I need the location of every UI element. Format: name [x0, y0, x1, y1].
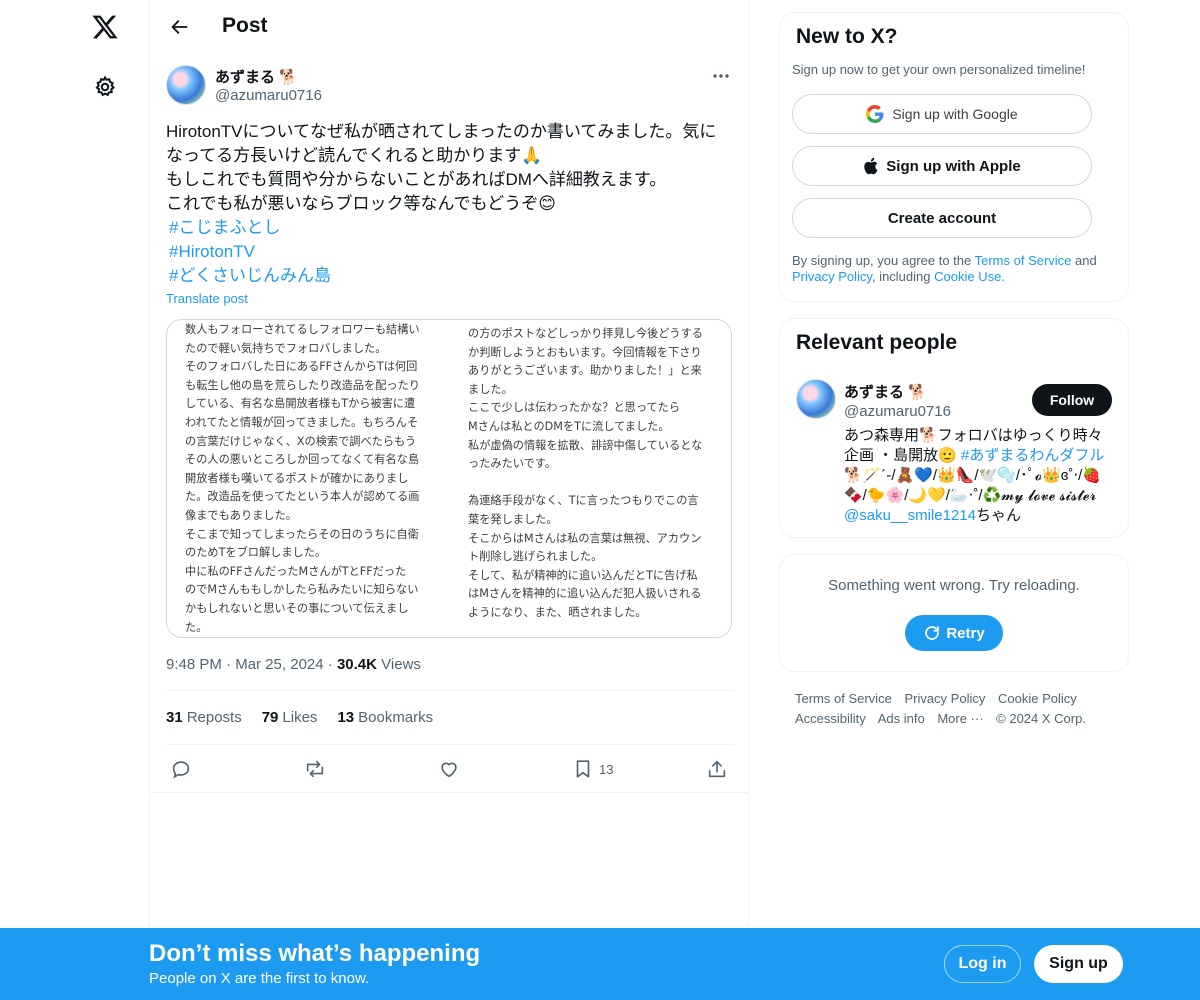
- signup-title: New to X?: [796, 25, 898, 48]
- refresh-icon: [923, 624, 941, 642]
- post-date[interactable]: Mar 25, 2024: [235, 656, 323, 673]
- divider: [166, 690, 734, 691]
- footer-links: Terms of Service Privacy Policy Cookie P…: [795, 689, 1125, 729]
- post-stats: 31 Reposts 79 Likes 13 Bookmarks: [166, 709, 433, 726]
- banner-subtitle: People on X are the first to know.: [149, 970, 370, 987]
- cookie-link[interactable]: Cookie Use.: [934, 269, 1005, 284]
- image-text-left: 数人もフォローされてるしフォロワーも結構い たので軽い気持ちでフォロバしました。…: [185, 323, 420, 634]
- hashtag-link[interactable]: #どくさいじんみん島: [169, 264, 331, 288]
- bookmark-button[interactable]: 13: [572, 756, 613, 782]
- apple-signup-label: Sign up with Apple: [886, 157, 1021, 175]
- login-button[interactable]: Log in: [944, 945, 1021, 983]
- footer-link[interactable]: Privacy Policy: [904, 691, 985, 706]
- share-icon[interactable]: [706, 756, 728, 782]
- follow-button[interactable]: Follow: [1032, 384, 1112, 416]
- error-card: Something went wrong. Try reloading. Ret…: [779, 554, 1129, 672]
- post-author: あずまる 🐕 @azumaru0716: [166, 64, 734, 108]
- retry-label: Retry: [946, 624, 985, 642]
- relevant-bio: あつ森専用🐕フォロバはゆっくり時々企画 ・島開放🫡 #あずまるわんダフル 🐕🪄´…: [844, 427, 1105, 524]
- author-handle[interactable]: @azumaru0716: [215, 87, 322, 104]
- more-icon[interactable]: [708, 66, 734, 86]
- translate-post-link[interactable]: Translate post: [166, 291, 248, 306]
- footer-link[interactable]: Cookie Policy: [998, 691, 1077, 706]
- relevant-name[interactable]: あずまる 🐕: [844, 381, 927, 402]
- gear-icon[interactable]: [90, 72, 120, 102]
- author-name[interactable]: あずまる 🐕: [215, 66, 298, 87]
- bio-hashtag[interactable]: #あずまるわんダフル: [961, 447, 1104, 464]
- post-actions: 13: [150, 752, 748, 788]
- post-time[interactable]: 9:48 PM: [166, 656, 222, 673]
- footer-link[interactable]: Ads info: [878, 711, 925, 726]
- likes-stat[interactable]: 79 Likes: [262, 709, 318, 726]
- x-logo-icon[interactable]: [88, 10, 122, 44]
- relevant-handle[interactable]: @azumaru0716: [844, 403, 951, 420]
- bookmark-icon: [572, 758, 594, 780]
- post-image[interactable]: 数人もフォローされてるしフォロワーも結構い たので軽い気持ちでフォロバしました。…: [166, 319, 732, 638]
- signup-subtitle: Sign up now to get your own personalized…: [792, 62, 1086, 77]
- repost-icon[interactable]: [304, 756, 326, 782]
- divider: [166, 744, 734, 745]
- reposts-stat[interactable]: 31 Reposts: [166, 709, 242, 726]
- terms-link[interactable]: Terms of Service: [975, 253, 1072, 268]
- image-text-right: の方のポストなどしっかり拝見し今後どうする か判断しようとおもいます。今回情報を…: [468, 327, 703, 619]
- footer-more[interactable]: More ···: [937, 711, 983, 726]
- google-signup-label: Sign up with Google: [892, 106, 1018, 122]
- page-title: Post: [222, 14, 268, 37]
- heart-icon[interactable]: [438, 756, 460, 782]
- footer-copyright: © 2024 X Corp.: [996, 711, 1086, 726]
- signup-button[interactable]: Sign up: [1034, 945, 1123, 983]
- post-header: Post: [150, 0, 748, 54]
- relevant-people-card: Relevant people あずまる 🐕 @azumaru0716 Foll…: [779, 318, 1129, 538]
- arrow-left-icon[interactable]: [166, 13, 194, 41]
- reply-icon[interactable]: [170, 756, 192, 782]
- signup-card: New to X? Sign up now to get your own pe…: [779, 12, 1129, 302]
- apple-icon: [863, 157, 878, 175]
- post-text: HirotonTVについてなぜ私が晒されてしまったのか書いてみました。気に なっ…: [166, 122, 717, 213]
- divider: [150, 792, 748, 793]
- views-label: Views: [381, 656, 421, 673]
- signup-banner: Don’t miss what’s happening People on X …: [0, 928, 1200, 1000]
- banner-title: Don’t miss what’s happening: [149, 940, 481, 967]
- post-hashtags: #こじまふとし #HirotonTV #どくさいじんみん島: [169, 216, 331, 288]
- relevant-title: Relevant people: [796, 331, 958, 354]
- left-nav: [0, 0, 150, 1000]
- apple-signup-button[interactable]: Sign up with Apple: [792, 146, 1092, 186]
- terms-text: By signing up, you agree to the Terms of…: [792, 253, 1097, 284]
- error-message: Something went wrong. Try reloading.: [828, 577, 1080, 594]
- google-icon: [866, 105, 884, 123]
- google-signup-button[interactable]: Sign up with Google: [792, 94, 1092, 134]
- footer-link[interactable]: Accessibility: [795, 711, 866, 726]
- privacy-link[interactable]: Privacy Policy: [792, 269, 872, 284]
- post-meta: 9:48 PM · Mar 25, 2024 · 30.4K Views: [166, 656, 421, 673]
- bio-mention[interactable]: @saku__smile1214: [844, 507, 976, 524]
- create-account-button[interactable]: Create account: [792, 198, 1092, 238]
- hashtag-link[interactable]: #HirotonTV: [169, 240, 331, 264]
- views-count: 30.4K: [336, 656, 377, 673]
- main-column: Post あずまる 🐕 @azumaru0716 HirotonTVについてなぜ…: [149, 0, 749, 1000]
- avatar[interactable]: [796, 379, 836, 419]
- avatar[interactable]: [166, 65, 206, 105]
- bookmark-count: 13: [599, 761, 614, 777]
- hashtag-link[interactable]: #こじまふとし: [169, 216, 331, 240]
- retry-button[interactable]: Retry: [905, 615, 1003, 651]
- footer-link[interactable]: Terms of Service: [795, 691, 892, 706]
- bookmarks-stat[interactable]: 13 Bookmarks: [337, 709, 433, 726]
